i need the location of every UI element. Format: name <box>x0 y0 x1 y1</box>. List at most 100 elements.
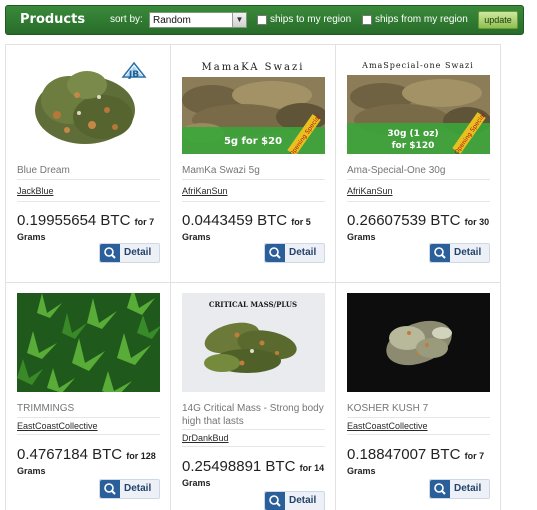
offer-line2: for $120 <box>392 141 435 151</box>
offer-line1: 30g (1 oz) <box>387 129 438 139</box>
cannabis-leaves-image <box>17 293 160 392</box>
cannabis-bud-image: JB <box>17 55 160 154</box>
quantity-unit: Grams <box>17 232 46 242</box>
price-quantity: for 14 <box>299 463 325 473</box>
detail-button[interactable]: Detail <box>429 479 490 499</box>
product-card: JB Blue Dream JackBlue 0.19955654 BTC fo… <box>6 45 171 282</box>
cannabis-bud-image <box>347 293 490 392</box>
price-value: 0.19955654 BTC <box>17 212 131 229</box>
banner-text: MamaKA Swazi <box>202 62 305 73</box>
divider <box>347 417 490 418</box>
sort-label: sort by: <box>110 14 143 25</box>
product-image[interactable]: CRITICAL MASS/PLUS <box>182 293 325 392</box>
product-name[interactable]: MamKa Swazi 5g <box>182 164 325 177</box>
detail-label: Detail <box>454 483 482 494</box>
divider <box>347 201 490 202</box>
quantity-unit: Grams <box>17 466 46 476</box>
price-value: 0.25498891 BTC <box>182 458 296 475</box>
magnifier-icon <box>265 244 285 262</box>
product-image[interactable] <box>347 293 490 392</box>
detail-button[interactable]: Detail <box>99 479 160 499</box>
quantity-unit: Grams <box>347 232 376 242</box>
product-price: 0.0443459 BTC for 5 <box>182 212 311 231</box>
detail-button[interactable]: Detail <box>264 491 325 510</box>
divider <box>182 446 325 447</box>
products-header-bar: Products sort by: Random ▼ ships to my r… <box>5 5 524 35</box>
quantity-unit: Grams <box>182 232 211 242</box>
product-name[interactable]: Ama-Special-One 30g <box>347 164 490 177</box>
divider <box>17 417 160 418</box>
product-name[interactable]: 14G Critical Mass - Strong body high tha… <box>182 402 325 428</box>
divider <box>182 201 325 202</box>
divider <box>17 201 160 202</box>
price-quantity: for 7 <box>464 451 485 461</box>
vendor-link[interactable]: EastCoastCollective <box>17 421 98 431</box>
vendor-link[interactable]: AfriKanSun <box>347 186 393 196</box>
detail-label: Detail <box>289 247 317 258</box>
product-name[interactable]: TRIMMINGS <box>17 402 160 415</box>
detail-button[interactable]: Detail <box>99 243 160 263</box>
sort-select[interactable]: Random ▼ <box>149 12 247 28</box>
banner-text: CRITICAL MASS/PLUS <box>209 300 297 309</box>
product-image[interactable]: JB <box>17 55 160 154</box>
price-value: 0.0443459 BTC <box>182 212 288 229</box>
ships-from-label: ships from my region <box>375 14 468 25</box>
detail-label: Detail <box>454 247 482 258</box>
detail-label: Detail <box>124 483 152 494</box>
product-price: 0.26607539 BTC for 30 <box>347 212 489 231</box>
divider <box>17 179 160 180</box>
detail-button[interactable]: Detail <box>264 243 325 263</box>
vendor-link[interactable]: DrDankBud <box>182 433 229 443</box>
page-title: Products <box>20 12 86 27</box>
vendor-link[interactable]: EastCoastCollective <box>347 421 428 431</box>
update-button[interactable]: update <box>478 11 518 29</box>
price-value: 0.18847007 BTC <box>347 446 461 463</box>
offer-text: 5g for $20 <box>224 136 282 147</box>
product-card: CRITICAL MASS/PLUS 14G Critical Mass - S… <box>171 282 336 510</box>
ships-to-checkbox[interactable] <box>257 15 267 25</box>
product-image[interactable] <box>17 293 160 392</box>
divider <box>347 434 490 435</box>
detail-button[interactable]: Detail <box>429 243 490 263</box>
quantity-unit: Grams <box>347 466 376 476</box>
magnifier-icon <box>100 480 120 498</box>
product-price: 0.18847007 BTC for 7 <box>347 446 484 465</box>
product-price: 0.4767184 BTC for 128 <box>17 446 156 465</box>
ships-from-checkbox[interactable] <box>362 15 372 25</box>
product-card: KOSHER KUSH 7 EastCoastCollective 0.1884… <box>336 282 501 510</box>
product-card: TRIMMINGS EastCoastCollective 0.4767184 … <box>6 282 171 510</box>
product-price: 0.19955654 BTC for 7 <box>17 212 154 231</box>
divider <box>17 434 160 435</box>
cannabis-pile-image: AmaSpecial-one Swazi 30g (1 oz) for $120… <box>347 55 490 154</box>
magnifier-icon <box>265 492 285 510</box>
brand-logo: JB <box>128 70 139 80</box>
chevron-down-icon[interactable]: ▼ <box>232 13 246 27</box>
magnifier-icon <box>430 480 450 498</box>
price-value: 0.26607539 BTC <box>347 212 461 229</box>
product-image[interactable]: AmaSpecial-one Swazi 30g (1 oz) for $120… <box>347 55 490 154</box>
vendor-link[interactable]: JackBlue <box>17 186 54 196</box>
divider <box>182 179 325 180</box>
magnifier-icon <box>100 244 120 262</box>
sort-selected-value: Random <box>153 15 191 26</box>
ships-to-label: ships to my region <box>270 14 352 25</box>
product-image[interactable]: MamaKA Swazi 5g for $20 Opening Special <box>182 55 325 154</box>
price-quantity: for 5 <box>291 217 311 227</box>
product-card: MamaKA Swazi 5g for $20 Opening Special … <box>171 45 336 282</box>
vendor-link[interactable]: AfriKanSun <box>182 186 228 196</box>
product-grid: JB Blue Dream JackBlue 0.19955654 BTC fo… <box>5 44 501 510</box>
product-card: AmaSpecial-one Swazi 30g (1 oz) for $120… <box>336 45 501 282</box>
banner-text: AmaSpecial-one Swazi <box>361 61 474 70</box>
detail-label: Detail <box>124 247 152 258</box>
product-name[interactable]: KOSHER KUSH 7 <box>347 402 490 415</box>
product-name[interactable]: Blue Dream <box>17 164 160 177</box>
divider <box>182 429 325 430</box>
magnifier-icon <box>430 244 450 262</box>
divider <box>347 179 490 180</box>
cannabis-pile-image: MamaKA Swazi 5g for $20 Opening Special <box>182 55 325 154</box>
quantity-unit: Grams <box>182 478 211 488</box>
product-price: 0.25498891 BTC for 14 <box>182 458 324 477</box>
cannabis-bud-image: CRITICAL MASS/PLUS <box>182 293 325 392</box>
detail-label: Detail <box>289 495 317 506</box>
price-value: 0.4767184 BTC <box>17 446 123 463</box>
